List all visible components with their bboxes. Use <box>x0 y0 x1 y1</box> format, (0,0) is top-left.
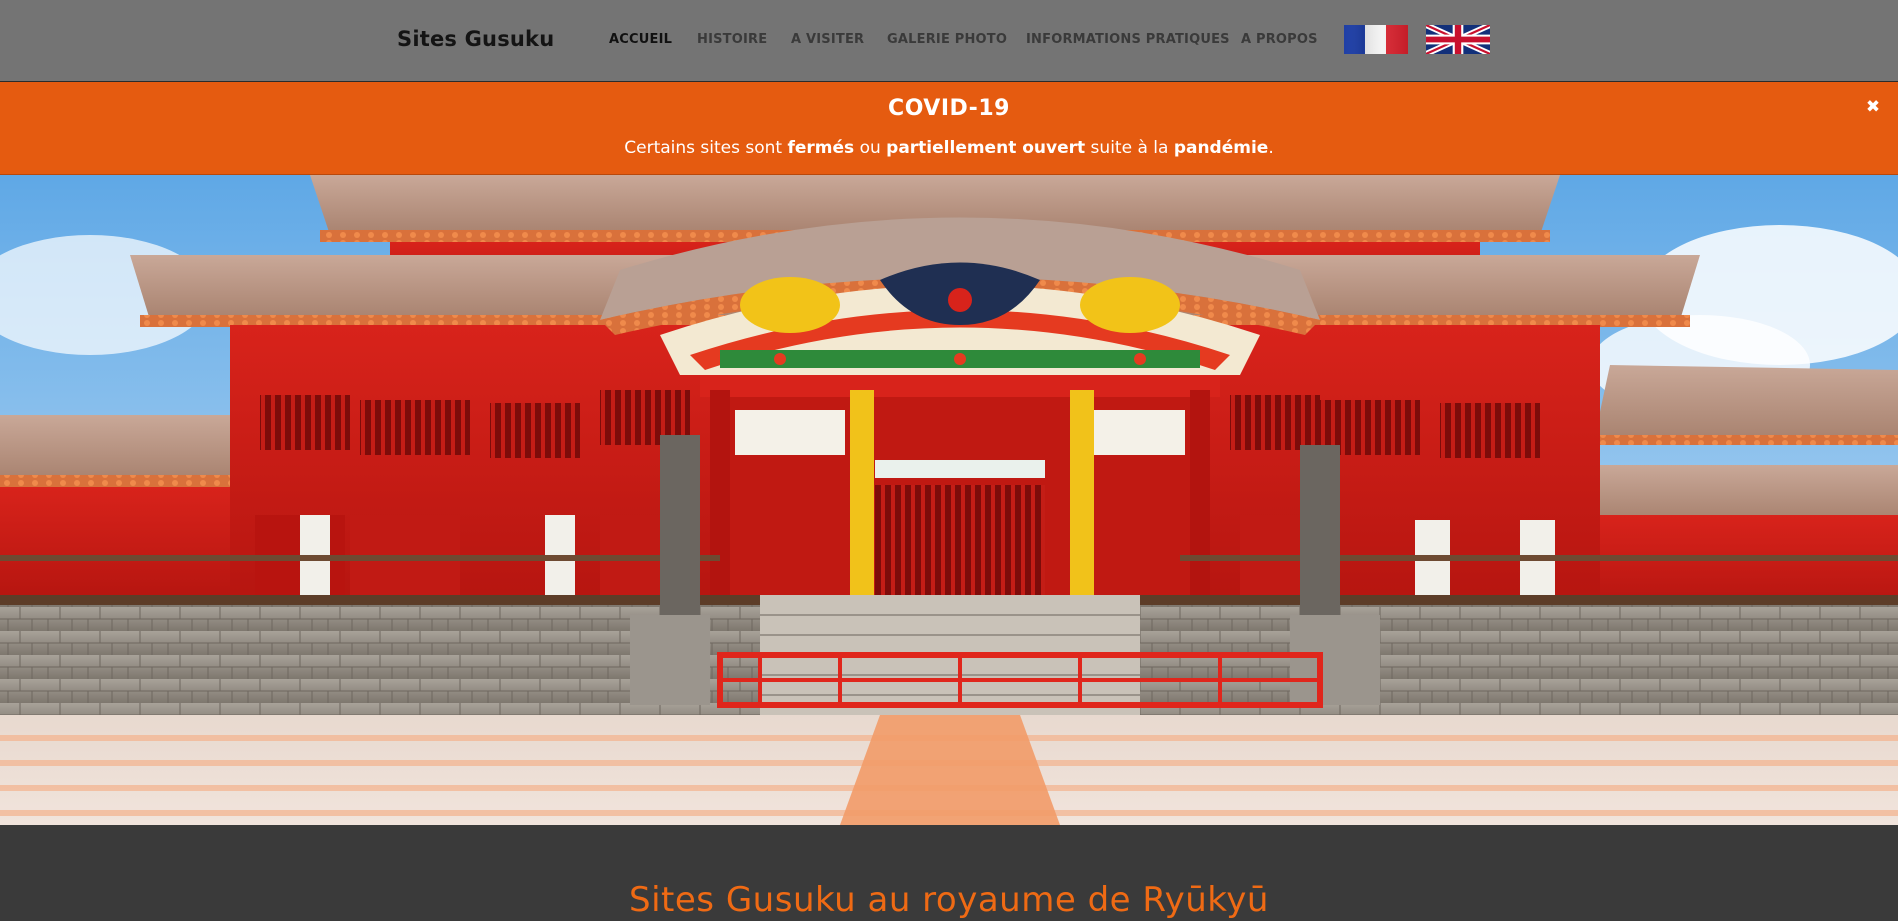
close-icon[interactable]: ✖ <box>1864 98 1882 116</box>
banner-msg-closed: fermés <box>787 138 855 158</box>
banner-msg-part: suite à la <box>1085 138 1174 158</box>
banner-msg-pandemic: pandémie <box>1173 138 1269 158</box>
banner-msg-part: ou <box>854 138 887 158</box>
shuri-castle-photo <box>0 175 1898 825</box>
banner-msg-partially-open: partiellement ouvert <box>886 138 1086 158</box>
uk-flag-icon[interactable] <box>1426 25 1490 54</box>
covid-banner: COVID-19 Certains sites sont fermés ou p… <box>0 82 1898 175</box>
banner-message: Certains sites sont fermés ou partiellem… <box>0 138 1898 158</box>
page-title: Sites Gusuku au royaume de Ryūkyū <box>629 880 1269 920</box>
banner-msg-part: . <box>1268 138 1274 158</box>
french-flag-icon[interactable] <box>1344 25 1408 54</box>
banner-title: COVID-19 <box>888 96 1010 121</box>
site-brand[interactable]: Sites Gusuku <box>397 27 554 51</box>
nav-item-histoire[interactable]: HISTOIRE <box>697 32 767 47</box>
banner-msg-part: Certains sites sont <box>624 138 788 158</box>
nav-item-accueil[interactable]: ACCUEIL <box>609 32 672 47</box>
hero-image <box>0 175 1898 825</box>
nav-item-informations-pratiques[interactable]: INFORMATIONS PRATIQUES <box>1026 32 1230 47</box>
nav-item-a-propos[interactable]: A PROPOS <box>1241 32 1318 47</box>
main-content: Sites Gusuku au royaume de Ryūkyū <box>0 825 1898 921</box>
top-navbar: Sites Gusuku ACCUEIL HISTOIRE A VISITER … <box>0 0 1898 82</box>
nav-item-a-visiter[interactable]: A VISITER <box>791 32 864 47</box>
nav-item-galerie-photo[interactable]: GALERIE PHOTO <box>887 32 1007 47</box>
